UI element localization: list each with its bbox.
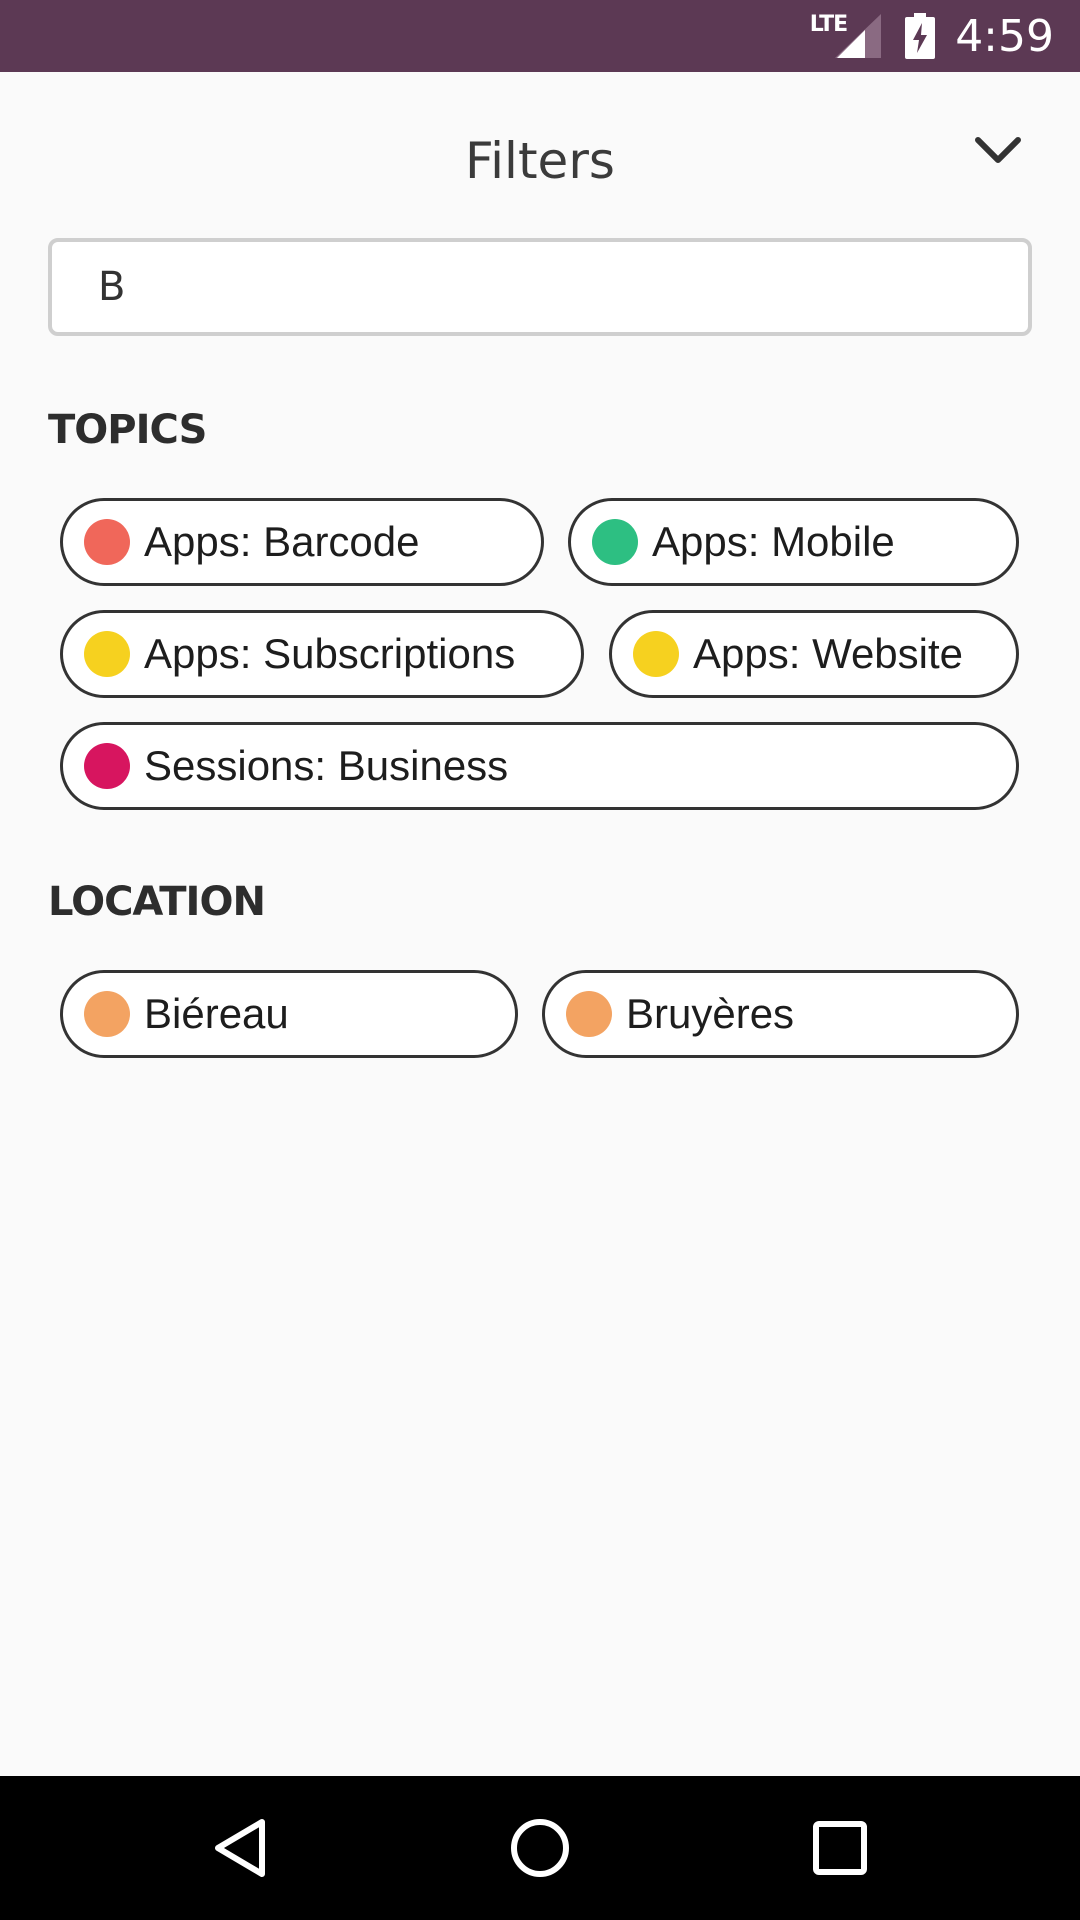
topic-chip-apps-mobile[interactable]: Apps: Mobile [568, 498, 1019, 586]
chevron-down-icon [975, 137, 1021, 163]
recents-button[interactable] [800, 1812, 880, 1884]
home-button[interactable] [500, 1812, 580, 1884]
topic-color-dot [84, 519, 130, 565]
topics-section-title: TOPICS [48, 407, 207, 453]
battery-charging-icon [905, 13, 936, 59]
topic-chip-apps-subscriptions[interactable]: Apps: Subscriptions [60, 610, 584, 698]
location-color-dot [84, 991, 130, 1037]
filter-search-input[interactable] [48, 238, 1032, 336]
location-section-title: LOCATION [48, 879, 266, 925]
chip-label: Bruyères [626, 990, 795, 1037]
header: Filters [0, 72, 1080, 242]
filters-panel: Filters TOPICS Apps: Barcode Apps: Mobil… [0, 72, 1080, 1776]
topic-color-dot [592, 519, 638, 565]
clock: 4:59 [955, 10, 1054, 62]
chip-label: Apps: Subscriptions [144, 630, 516, 677]
location-color-dot [566, 991, 612, 1037]
topic-color-dot [84, 631, 130, 677]
collapse-button[interactable] [960, 122, 1036, 178]
status-bar: LTE 4:59 [0, 0, 1080, 72]
recents-square-icon [813, 1821, 867, 1875]
topic-chip-sessions-business[interactable]: Sessions: Business [60, 722, 1019, 810]
chip-label: Biéreau [144, 990, 289, 1037]
home-circle-icon [511, 1819, 569, 1877]
chip-label: Apps: Barcode [144, 518, 420, 565]
chip-label: Apps: Mobile [652, 518, 895, 565]
system-navigation-bar [0, 1776, 1080, 1920]
topic-chip-apps-website[interactable]: Apps: Website [609, 610, 1019, 698]
location-chip-bruyeres[interactable]: Bruyères [542, 970, 1019, 1058]
topic-color-dot [84, 743, 130, 789]
chip-label: Apps: Website [693, 630, 964, 677]
chip-label: Sessions: Business [144, 742, 509, 789]
page-title: Filters [465, 132, 615, 190]
topic-chip-apps-barcode[interactable]: Apps: Barcode [60, 498, 544, 586]
back-triangle-icon [215, 1819, 265, 1877]
topic-color-dot [633, 631, 679, 677]
network-type-label: LTE [809, 11, 848, 37]
back-button[interactable] [200, 1812, 280, 1884]
location-chip-biereau[interactable]: Biéreau [60, 970, 518, 1058]
